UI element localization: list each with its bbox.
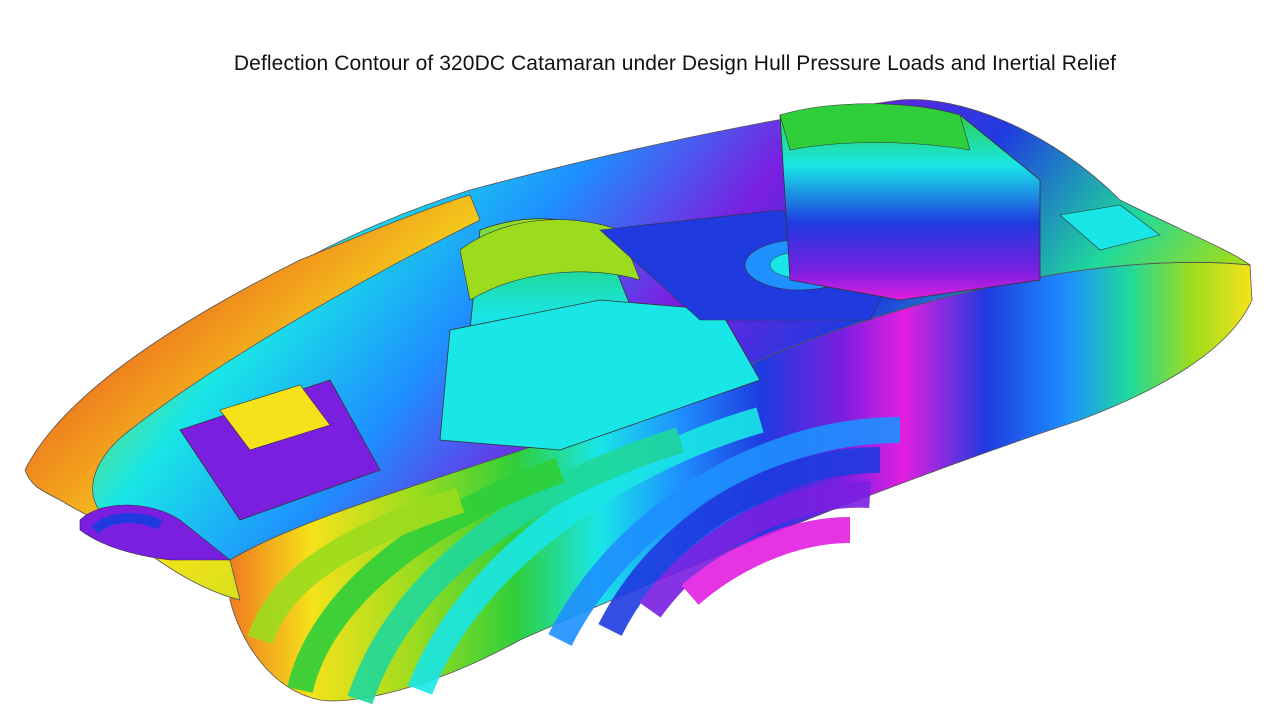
- catamaran-deflection-contour-render: [24, 99, 1253, 705]
